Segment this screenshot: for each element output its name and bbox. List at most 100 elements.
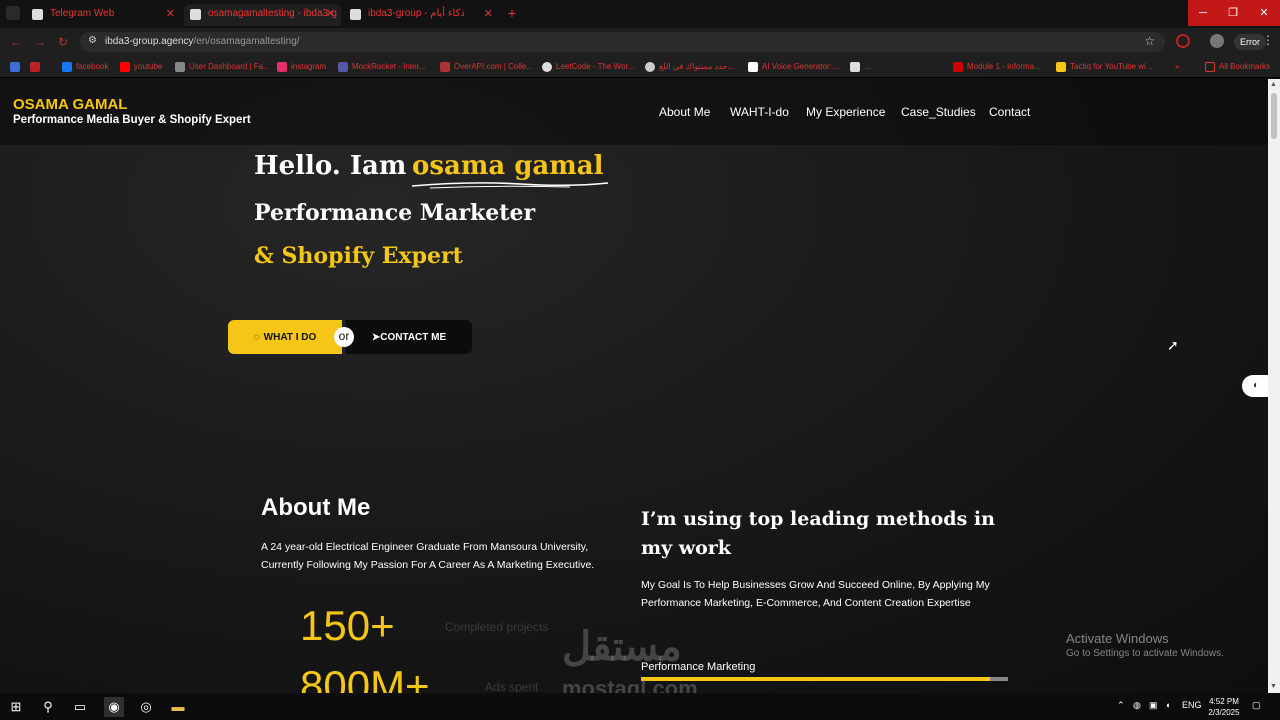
module-icon xyxy=(953,62,963,72)
activate-subtitle: Go to Settings to activate Windows. xyxy=(1066,648,1224,659)
close-window-button[interactable]: ✕ xyxy=(1248,0,1280,26)
forward-icon[interactable]: → xyxy=(34,35,46,49)
bookmark-item[interactable]: OverAPI.com | Colle... xyxy=(440,60,532,74)
page-content: OSAMA GAMAL Performance Media Buyer & Sh… xyxy=(0,79,1268,693)
send-icon: ➤ xyxy=(371,331,381,343)
tray-chevron-icon[interactable]: ⌃ xyxy=(1117,700,1125,711)
folder-icon xyxy=(1205,62,1215,72)
chrome-icon[interactable]: ◉ xyxy=(104,697,124,717)
scroll-up-icon[interactable]: ▲ xyxy=(1270,81,1277,88)
bookmark-label: youtube xyxy=(134,62,163,71)
taskbar-clock[interactable]: 4:52 PM 2/3/2025 xyxy=(1200,696,1248,718)
tab-title: Telegram Web xyxy=(50,8,115,19)
browser-toolbar: ← → ↻ ⚙ ibda3-group.agency/en/osamagamal… xyxy=(0,28,1280,56)
app-icon[interactable]: ◎ xyxy=(136,697,156,717)
notifications-icon[interactable]: ▢ xyxy=(1252,700,1261,711)
site-logo-name[interactable]: OSAMA GAMAL xyxy=(13,96,127,113)
methods-title: I’m using top leading methods in my work xyxy=(641,508,995,559)
site-icon xyxy=(190,9,201,20)
language-icon xyxy=(645,62,655,72)
profile-avatar[interactable] xyxy=(1210,34,1224,48)
tactiq-icon xyxy=(1056,62,1066,72)
browser-menu-icon[interactable] xyxy=(6,6,20,20)
tab-title: ibda3-group - ذكاء أيام xyxy=(368,8,465,19)
network-icon[interactable]: ▣ xyxy=(1149,700,1158,711)
bookmarks-overflow-icon[interactable]: » xyxy=(1175,60,1187,74)
accessibility-icon[interactable]: ◐ xyxy=(1242,375,1268,397)
close-icon[interactable]: ✕ xyxy=(166,4,175,24)
volume-icon[interactable]: ◖ xyxy=(1165,700,1170,710)
stat-label: Completed projects xyxy=(445,620,549,634)
contact-me-button[interactable]: ➤CONTACT ME xyxy=(346,320,472,354)
minimize-button[interactable]: ─ xyxy=(1188,0,1218,26)
language-indicator[interactable]: ENG xyxy=(1182,700,1202,710)
bookmark-item[interactable]: instagram xyxy=(277,60,329,74)
hero-role-line2: & Shopify Expert xyxy=(254,243,463,269)
telegram-icon xyxy=(32,9,43,20)
apps-icon[interactable] xyxy=(10,60,24,74)
tab-telegram[interactable]: Telegram Web ✕ xyxy=(26,4,181,26)
url-text: ibda3-group.agency/en/osamagamaltesting/ xyxy=(105,36,300,47)
tab-osamagamaltesting[interactable]: osamagamaltesting - ibda3-g ✕ xyxy=(184,4,341,26)
bookmark-label: facebook xyxy=(76,62,109,71)
rocket-icon xyxy=(338,62,348,72)
windows-taskbar: ⊞ ⚲ ▭ ◉ ◎ ▬ ⌃ ◍ ▣ ◖ ENG 4:52 PM 2/3/2025… xyxy=(0,693,1280,720)
bookmark-label: User Dashboard | Fa... xyxy=(189,62,267,71)
windows-start-icon[interactable]: ⊞ xyxy=(6,697,26,717)
tab-ibda3-group[interactable]: ibda3-group - ذكاء أيام ✕ xyxy=(344,4,499,26)
bookmark-label: OverAPI.com | Colle... xyxy=(454,62,532,71)
bookmark-item[interactable]: youtube xyxy=(120,60,168,74)
bookmark-label: instagram xyxy=(291,62,327,71)
scroll-down-icon[interactable]: ▼ xyxy=(1270,683,1277,690)
nav-what-i-do[interactable]: WAHT-I-do xyxy=(730,105,789,119)
what-i-do-button[interactable]: ◌ WHAT I DO xyxy=(228,320,342,354)
watermark-latin: mostaql.com xyxy=(562,676,698,693)
site-tagline: Performance Media Buyer & Shopify Expert xyxy=(13,114,251,126)
apps-icon-glyph xyxy=(10,62,20,72)
bookmark-item[interactable]: LeetCode - The Wor... xyxy=(542,60,636,74)
nav-about-me[interactable]: About Me xyxy=(659,105,710,119)
bookmark-item[interactable]: User Dashboard | Fa... xyxy=(175,60,267,74)
bookmark-item[interactable]: Module 1 - Informa... xyxy=(953,60,1047,74)
bookmark-label: AI Voice Generator:... xyxy=(762,62,839,71)
bookmark-red[interactable] xyxy=(30,60,44,74)
all-bookmarks[interactable]: All Bookmarks xyxy=(1205,60,1277,74)
about-title: About Me xyxy=(261,494,371,521)
about-text: A 24 year-old Electrical Engineer Gradua… xyxy=(261,541,595,571)
new-tab-button[interactable]: + xyxy=(504,5,520,21)
reload-icon[interactable]: ↻ xyxy=(58,35,68,49)
bookmark-item[interactable]: Tactiq for YouTube wi... xyxy=(1056,60,1156,74)
bookmark-item[interactable]: ... xyxy=(850,60,944,74)
restore-button[interactable]: ❐ xyxy=(1218,0,1248,26)
address-bar[interactable]: ⚙ ibda3-group.agency/en/osamagamaltestin… xyxy=(80,32,1165,52)
back-icon[interactable]: ← xyxy=(10,35,22,49)
close-icon[interactable]: ✕ xyxy=(484,4,493,24)
dashboard-icon xyxy=(175,62,185,72)
stat-number: 800M+ xyxy=(300,662,430,693)
nav-case-studies[interactable]: Case_Studies xyxy=(901,105,976,119)
more-menu-icon[interactable]: ⋮ xyxy=(1262,33,1274,47)
extension-icon[interactable] xyxy=(1176,34,1190,48)
file-explorer-icon[interactable]: ▬ xyxy=(168,697,188,717)
stat-label: Ads spent xyxy=(485,680,539,693)
url-domain: ibda3-group.agency xyxy=(105,36,194,47)
nav-contact[interactable]: Contact xyxy=(989,105,1030,119)
mouse-cursor-icon: ➚ xyxy=(1167,337,1179,353)
clock-time: 4:52 PM xyxy=(1209,697,1239,706)
bookmark-item[interactable]: MockRocket - Inter... xyxy=(338,60,430,74)
site-info-icon[interactable]: ⚙ xyxy=(88,35,97,46)
bookmark-item[interactable]: حدد مستواك في اللغ... xyxy=(645,60,739,74)
bookmark-item[interactable]: AI Voice Generator:... xyxy=(748,60,840,74)
search-icon[interactable]: ⚲ xyxy=(38,697,58,717)
close-icon[interactable]: ✕ xyxy=(326,4,335,24)
task-view-icon[interactable]: ▭ xyxy=(70,697,90,717)
stat-number: 150+ xyxy=(300,602,395,649)
scrollbar-thumb[interactable] xyxy=(1271,93,1277,139)
nav-my-experience[interactable]: My Experience xyxy=(806,105,885,119)
instagram-icon xyxy=(277,62,287,72)
tray-app-icon[interactable]: ◍ xyxy=(1133,700,1141,711)
bookmark-item[interactable]: facebook xyxy=(62,60,110,74)
bookmark-star-icon[interactable]: ☆ xyxy=(1144,34,1155,48)
browser-tab-bar: Telegram Web ✕ osamagamaltesting - ibda3… xyxy=(0,0,1280,28)
page-scrollbar[interactable]: ▲ ▼ xyxy=(1268,79,1280,693)
